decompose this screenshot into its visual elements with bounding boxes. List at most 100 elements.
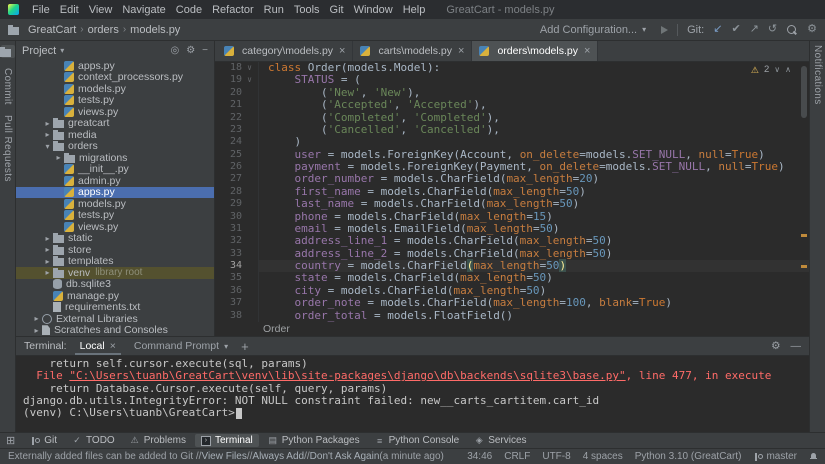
tool-button-python-console[interactable]: ≡Python Console — [369, 434, 466, 447]
tree-item[interactable]: ▸static — [16, 233, 214, 245]
tree-item[interactable]: apps.py — [16, 60, 214, 72]
line-separator[interactable]: CRLF — [504, 451, 530, 462]
indent-style[interactable]: 4 spaces — [583, 451, 623, 462]
tree-item[interactable]: context_processors.py — [16, 72, 214, 84]
menu-code[interactable]: Code — [171, 4, 207, 16]
terminal-settings-gear-icon[interactable]: ⚙ — [771, 340, 780, 352]
code-line[interactable]: 23 ('Cancelled', 'Cancelled'), — [215, 124, 809, 136]
breadcrumb-class[interactable]: Order — [263, 323, 290, 335]
status-action-link[interactable]: Don't Ask Again — [310, 451, 380, 462]
tree-item[interactable]: __init__.py — [16, 164, 214, 176]
settings-gear-icon[interactable]: ⚙ — [807, 24, 817, 35]
tree-item[interactable]: ▸media — [16, 129, 214, 141]
tree-arrow-icon[interactable]: ▸ — [31, 326, 42, 335]
menu-help[interactable]: Help — [398, 4, 431, 16]
tool-button-git[interactable]: Git — [24, 434, 63, 447]
menu-run[interactable]: Run — [259, 4, 289, 16]
tree-item[interactable]: tests.py — [16, 210, 214, 222]
commit-tool-button[interactable]: Commit — [2, 68, 13, 105]
run-configuration-select[interactable]: Add Configuration... ▾ — [534, 23, 652, 37]
tree-arrow-icon[interactable]: ▸ — [42, 268, 53, 277]
status-action-link[interactable]: Always Add — [252, 451, 304, 462]
editor-tab[interactable]: carts\models.py× — [353, 41, 472, 61]
tab-close-icon[interactable]: × — [339, 45, 345, 57]
tree-item[interactable]: models.py — [16, 83, 214, 95]
git-commit-icon[interactable]: ✔ — [731, 24, 740, 35]
tree-arrow-icon[interactable]: ▸ — [31, 314, 42, 323]
hide-panel-icon[interactable]: − — [202, 45, 208, 56]
inspections-widget[interactable]: ⚠ 2 ∨ ∧ — [747, 64, 795, 76]
code-editor[interactable]: 18∨class Order(models.Model):19∨ STATUS … — [215, 62, 809, 322]
minimize-panel-icon[interactable]: — — [791, 340, 802, 352]
stack-trace-file-link[interactable]: "C:\Users\tuanb\GreatCart\venv\lib\site-… — [69, 369, 625, 382]
tree-arrow-icon[interactable]: ▾ — [42, 142, 53, 151]
menu-view[interactable]: View — [84, 4, 118, 16]
menu-file[interactable]: File — [27, 4, 55, 16]
editor-scrollbar[interactable] — [799, 62, 809, 322]
tool-button-python-packages[interactable]: ▤Python Packages — [262, 434, 366, 447]
tree-arrow-icon[interactable]: ▸ — [53, 153, 64, 162]
tree-item[interactable]: apps.py — [16, 187, 214, 199]
git-update-icon[interactable]: ↙ — [713, 24, 722, 35]
tree-item[interactable]: db.sqlite3 — [16, 279, 214, 291]
code-line[interactable]: 38 order_total = models.FloatField() — [215, 310, 809, 322]
locate-file-icon[interactable]: ◎ — [170, 45, 179, 56]
project-view-select[interactable]: Project — [22, 45, 56, 57]
menu-refactor[interactable]: Refactor — [207, 4, 259, 16]
tree-item[interactable]: views.py — [16, 221, 214, 233]
scrollbar-thumb[interactable] — [801, 66, 807, 118]
fold-icon[interactable]: ∨ — [242, 62, 257, 74]
python-interpreter[interactable]: Python 3.10 (GreatCart) — [635, 451, 742, 462]
tree-item[interactable]: ▸store — [16, 244, 214, 256]
breadcrumb-item[interactable]: GreatCart — [28, 24, 76, 36]
tree-item[interactable]: ▸Scratches and Consoles — [16, 325, 214, 337]
menu-edit[interactable]: Edit — [55, 4, 84, 16]
tree-item[interactable]: requirements.txt — [16, 302, 214, 314]
tree-arrow-icon[interactable]: ▸ — [42, 257, 53, 266]
tool-button-problems[interactable]: ⚠Problems — [124, 434, 192, 447]
new-terminal-session-icon[interactable]: + — [241, 339, 249, 354]
tree-arrow-icon[interactable]: ▸ — [42, 245, 53, 254]
menu-window[interactable]: Window — [349, 4, 398, 16]
tree-item[interactable]: ▸venvlibrary root — [16, 267, 214, 279]
menu-tools[interactable]: Tools — [289, 4, 325, 16]
warning-stripe-mark[interactable] — [801, 265, 807, 268]
editor-tab[interactable]: orders\models.py× — [472, 41, 598, 61]
tool-button-terminal[interactable]: Terminal — [195, 434, 259, 447]
tree-item[interactable]: admin.py — [16, 175, 214, 187]
tree-item[interactable]: ▸greatcart — [16, 118, 214, 130]
tool-windows-grid-icon[interactable]: ⊞ — [6, 434, 15, 447]
tree-arrow-icon[interactable]: ▸ — [42, 119, 53, 128]
tree-item[interactable]: views.py — [16, 106, 214, 118]
fold-icon[interactable]: ∨ — [242, 74, 257, 86]
tree-arrow-icon[interactable]: ▸ — [42, 130, 53, 139]
tree-arrow-icon[interactable]: ▸ — [42, 234, 53, 243]
terminal-tab[interactable]: Local× — [75, 337, 121, 355]
tree-item[interactable]: ▸migrations — [16, 152, 214, 164]
tab-close-icon[interactable]: × — [458, 45, 464, 57]
terminal-output[interactable]: return self.cursor.execute(sql, params) … — [16, 356, 809, 432]
search-everywhere-icon[interactable] — [786, 24, 798, 36]
menu-git[interactable]: Git — [325, 4, 349, 16]
run-button[interactable] — [661, 26, 668, 34]
breadcrumb-item[interactable]: orders — [88, 24, 119, 36]
project-tool-icon[interactable] — [1, 45, 15, 58]
tree-item[interactable]: tests.py — [16, 95, 214, 107]
notifications-bell-icon[interactable] — [809, 453, 817, 461]
close-tab-icon[interactable]: × — [110, 340, 116, 352]
editor-tab[interactable]: category\models.py× — [217, 41, 353, 61]
status-action-link[interactable]: View Files — [201, 451, 246, 462]
tree-item[interactable]: ▾orders — [16, 141, 214, 153]
file-encoding[interactable]: UTF-8 — [542, 451, 570, 462]
tree-item[interactable]: manage.py — [16, 290, 214, 302]
tool-button-todo[interactable]: ✓TODO — [66, 434, 121, 447]
prev-problem-icon[interactable]: ∧ — [785, 64, 791, 76]
next-problem-icon[interactable]: ∨ — [774, 64, 780, 76]
tree-item[interactable]: models.py — [16, 198, 214, 210]
tab-close-icon[interactable]: × — [584, 45, 590, 57]
tool-button-services[interactable]: ◈Services — [468, 434, 532, 447]
tree-item[interactable]: ▸templates — [16, 256, 214, 268]
git-branch-widget[interactable]: master — [753, 451, 797, 462]
tree-item[interactable]: ▸External Libraries — [16, 313, 214, 325]
pull-requests-tool-button[interactable]: Pull Requests — [2, 115, 13, 182]
